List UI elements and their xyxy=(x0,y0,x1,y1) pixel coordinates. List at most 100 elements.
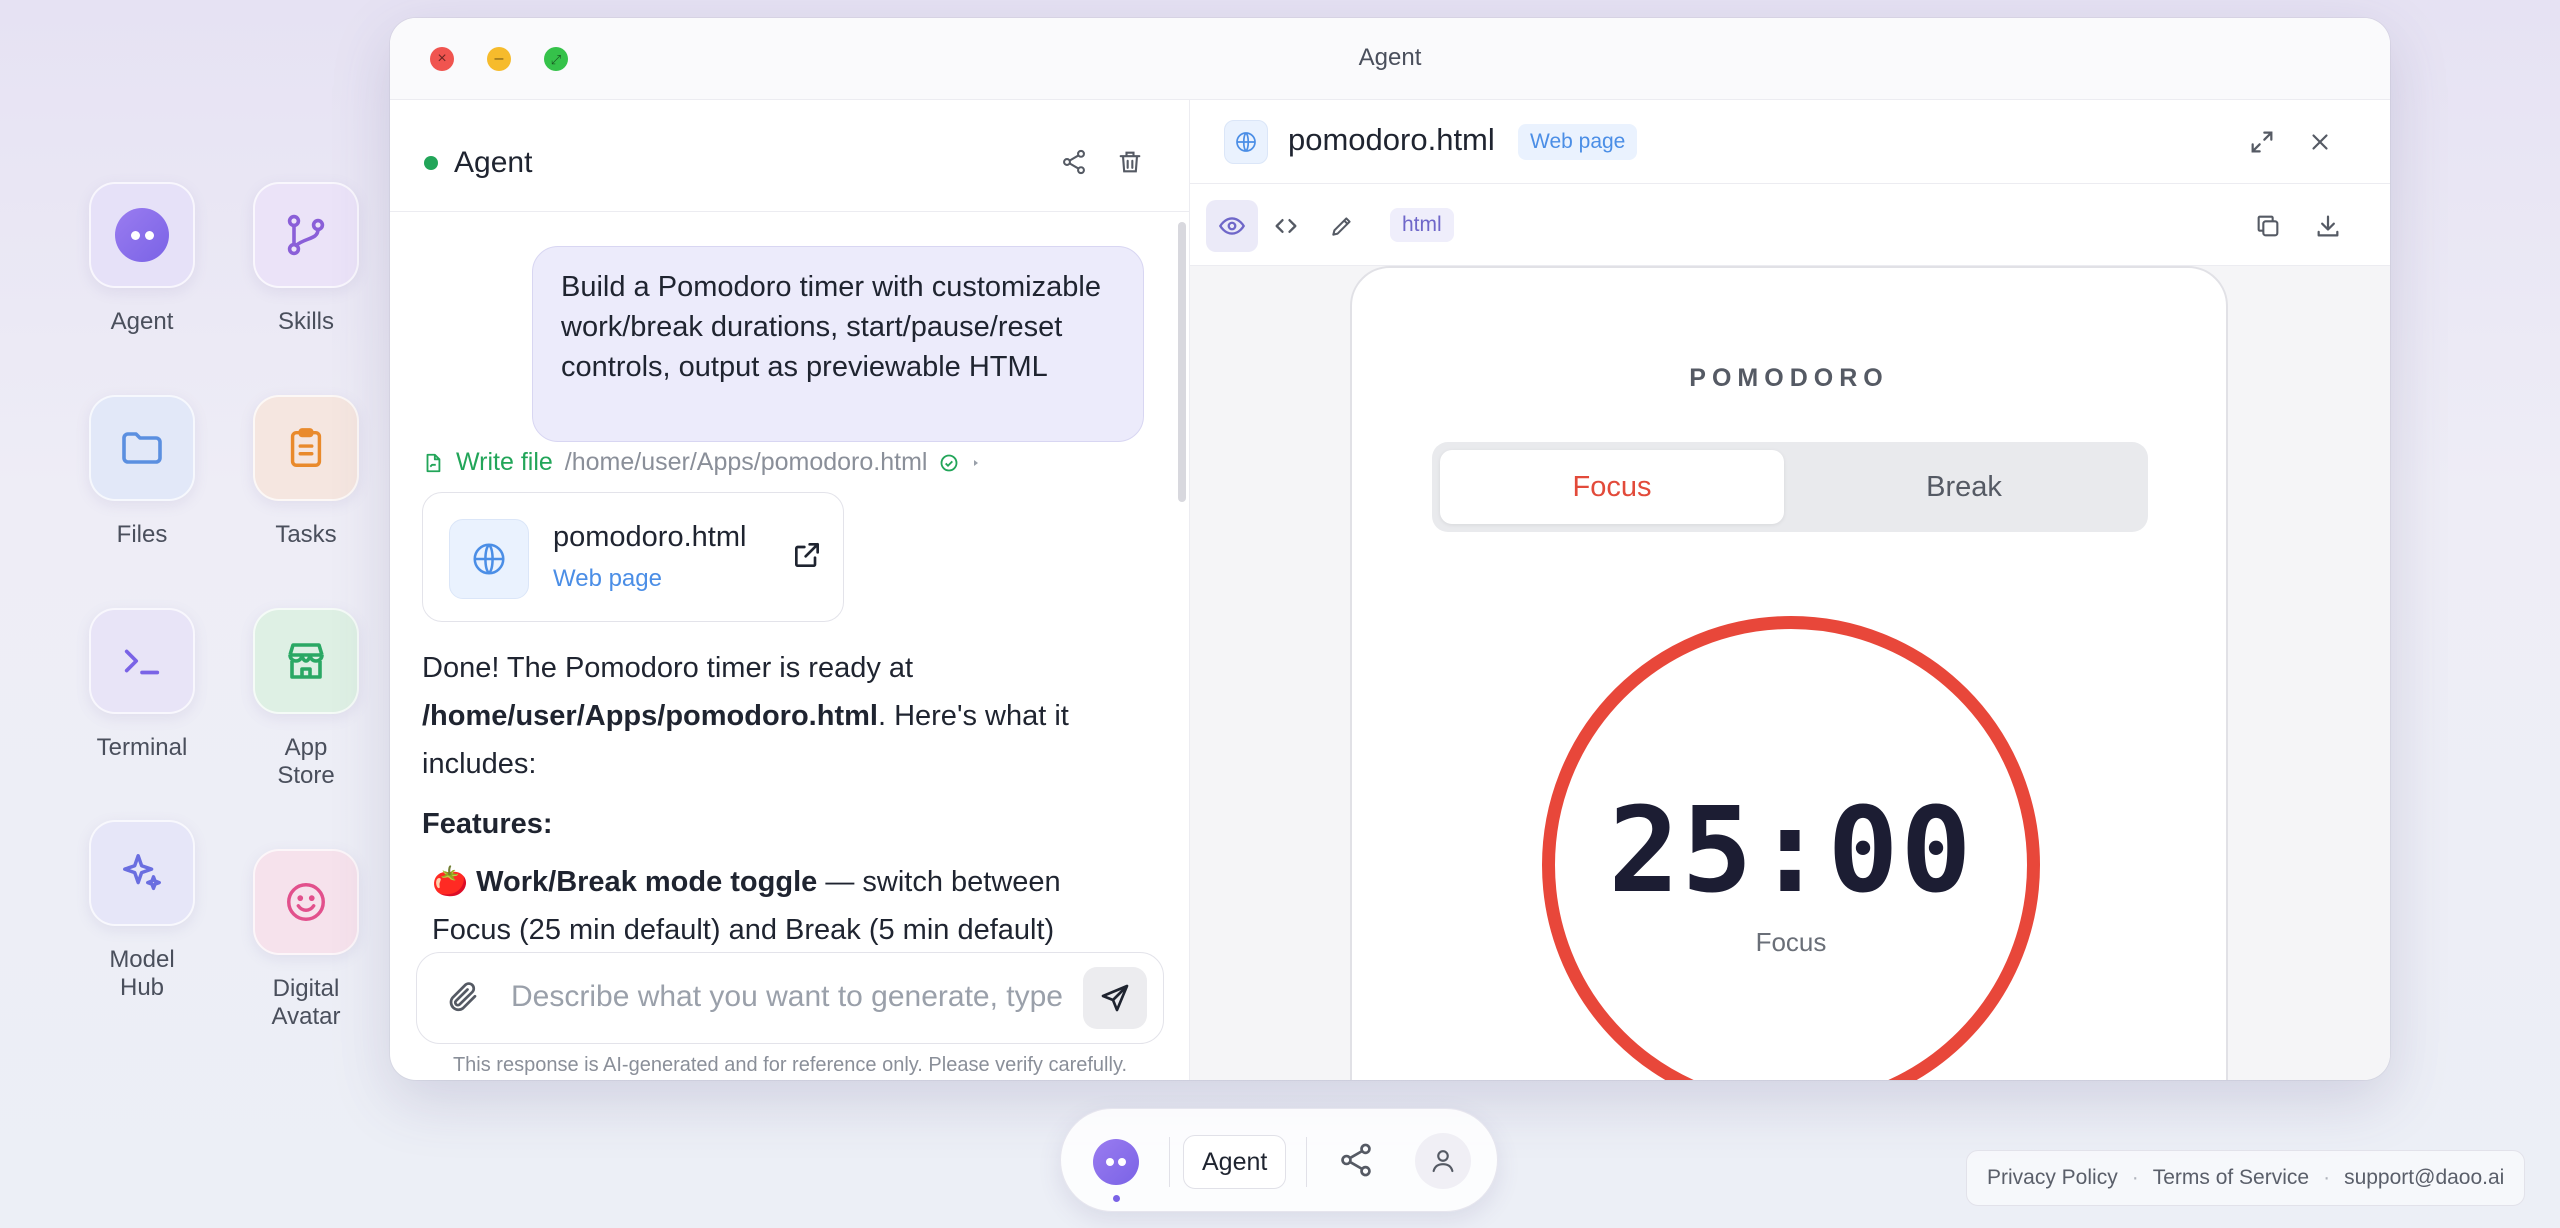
tool-action-label: Write file xyxy=(456,448,553,476)
files-tile xyxy=(89,395,195,501)
desktop-icon-label: Files xyxy=(116,521,168,548)
timer-display: 25:00 xyxy=(1608,781,1974,919)
close-icon xyxy=(2312,134,2328,150)
attach-button[interactable] xyxy=(445,979,481,1020)
desktop-icon-files[interactable]: Files xyxy=(57,395,227,549)
preview-toolbar: html xyxy=(1190,184,2390,266)
download-button[interactable] xyxy=(2308,206,2348,246)
prompt-input[interactable] xyxy=(511,967,1071,1027)
mode-toggle: Focus Break xyxy=(1432,442,2148,532)
timer-mode-label: Focus xyxy=(1755,927,1827,957)
desktop-icon-label: App Store xyxy=(277,734,335,789)
chevron-right-icon xyxy=(974,459,979,466)
user-icon xyxy=(1432,1150,1454,1173)
dock-agent-button[interactable]: Agent xyxy=(1183,1135,1287,1189)
window-titlebar: × – ⤢ Agent xyxy=(390,18,2390,100)
desktop-icon-agent[interactable]: Agent xyxy=(57,182,227,336)
footer-separator: · xyxy=(2323,1166,2331,1189)
pomodoro-app: POMODORO Focus Break 25:00 Focus xyxy=(1350,266,2228,1080)
focus-mode-button[interactable]: Focus xyxy=(1440,450,1784,524)
share-icon xyxy=(1063,149,1085,175)
code-icon xyxy=(1275,219,1297,233)
chat-pane: Agent Build a Pomodoro timer with custom… xyxy=(390,100,1190,1080)
open-external-button[interactable] xyxy=(791,539,823,576)
file-card[interactable]: pomodoro.html Web page xyxy=(422,492,844,622)
features-heading: Features: xyxy=(422,808,553,840)
ai-disclaimer: This response is AI-generated and for re… xyxy=(452,1054,1128,1076)
html-preview[interactable]: POMODORO Focus Break 25:00 Focus xyxy=(1190,266,2390,1080)
globe-icon xyxy=(473,543,505,575)
chat-scrollbar[interactable] xyxy=(1178,222,1186,502)
desktop-icon-label: Terminal xyxy=(96,734,188,761)
preview-file-name: pomodoro.html xyxy=(1288,122,1495,157)
close-preview-button[interactable] xyxy=(2300,122,2340,162)
reply-path: /home/user/Apps/pomodoro.html xyxy=(422,700,878,732)
feature-item-1: 🍅 Work/Break mode toggle — switch betwee… xyxy=(432,858,1132,952)
feature-1-title: Work/Break mode toggle xyxy=(476,866,818,898)
support-email-link[interactable]: support@daoo.ai xyxy=(2344,1166,2504,1190)
dock: Agent xyxy=(1060,1108,1498,1212)
terminal-icon xyxy=(124,649,160,675)
preview-mode-button[interactable] xyxy=(1206,200,1258,252)
desktop-icon-skills[interactable]: Skills xyxy=(221,182,391,336)
pomodoro-title: POMODORO xyxy=(1689,364,1889,392)
active-indicator xyxy=(1113,1195,1120,1202)
dock-user-button[interactable] xyxy=(1415,1133,1471,1189)
desktop-icon-model-hub[interactable]: Model Hub xyxy=(57,820,227,1002)
desktop-icon-label: Agent xyxy=(110,308,174,335)
expand-icon xyxy=(2251,131,2273,153)
file-write-icon xyxy=(426,453,441,472)
git-branch-icon xyxy=(287,214,325,256)
smile-icon xyxy=(287,883,325,921)
chat-header-title: Agent xyxy=(454,146,533,179)
edit-mode-button[interactable] xyxy=(1322,206,1362,246)
break-mode-button[interactable]: Break xyxy=(1788,450,2140,524)
chat-header: Agent xyxy=(390,100,1189,212)
check-circle-icon xyxy=(941,454,958,471)
send-button[interactable] xyxy=(1083,967,1147,1029)
share-chat-button[interactable] xyxy=(1054,142,1094,182)
paperclip-icon xyxy=(449,982,477,1012)
terms-of-service-link[interactable]: Terms of Service xyxy=(2153,1166,2309,1190)
terminal-tile xyxy=(89,608,195,714)
tasks-tile xyxy=(253,395,359,501)
reply-intro-1: Done! The Pomodoro timer is ready at xyxy=(422,652,914,684)
desktop-icon-app-store[interactable]: App Store xyxy=(221,608,391,790)
file-card-name: pomodoro.html xyxy=(553,521,747,553)
footer-separator: · xyxy=(2131,1166,2139,1189)
store-icon xyxy=(288,643,324,679)
eye-icon xyxy=(1218,217,1246,235)
trash-icon xyxy=(1119,151,1141,173)
desktop-icon-label: Tasks xyxy=(275,521,337,548)
preview-file-type-badge: Web page xyxy=(1518,124,1638,160)
copy-button[interactable] xyxy=(2248,206,2288,246)
skills-tile xyxy=(253,182,359,288)
file-card-type: Web page xyxy=(553,565,662,592)
code-mode-button[interactable] xyxy=(1266,206,1306,246)
tool-path: /home/user/Apps/pomodoro.html xyxy=(564,448,928,476)
delete-chat-button[interactable] xyxy=(1110,142,1150,182)
agent-dock-icon[interactable] xyxy=(1093,1139,1139,1185)
tool-call-write-file[interactable]: Write file /home/user/Apps/pomodoro.html xyxy=(422,448,981,477)
file-card-icon xyxy=(449,519,529,599)
expand-preview-button[interactable] xyxy=(2242,122,2282,162)
file-type-icon xyxy=(1224,120,1268,164)
send-icon xyxy=(1101,984,1129,1012)
dock-share-button[interactable] xyxy=(1337,1141,1375,1184)
privacy-policy-link[interactable]: Privacy Policy xyxy=(1987,1166,2118,1190)
desktop-icon-digital-avatar[interactable]: Digital Avatar xyxy=(221,849,391,1031)
format-badge: html xyxy=(1390,208,1454,242)
chat-messages[interactable]: Build a Pomodoro timer with customizable… xyxy=(390,212,1190,952)
agent-window: × – ⤢ Agent Agent Build a Pomodoro timer… xyxy=(390,18,2390,1080)
agent-tile xyxy=(89,182,195,288)
desktop-icon-terminal[interactable]: Terminal xyxy=(57,608,227,762)
status-indicator xyxy=(424,156,438,170)
preview-pane: pomodoro.html Web page html POMODORO Foc… xyxy=(1190,100,2390,1080)
external-link-icon xyxy=(795,543,819,567)
download-icon xyxy=(2317,215,2339,237)
user-message-bubble: Build a Pomodoro timer with customizable… xyxy=(532,246,1144,442)
timer-ring: 25:00 Focus xyxy=(1542,616,2040,1080)
dock-divider xyxy=(1169,1137,1170,1187)
desktop-icon-tasks[interactable]: Tasks xyxy=(221,395,391,549)
globe-icon xyxy=(1236,132,1256,152)
